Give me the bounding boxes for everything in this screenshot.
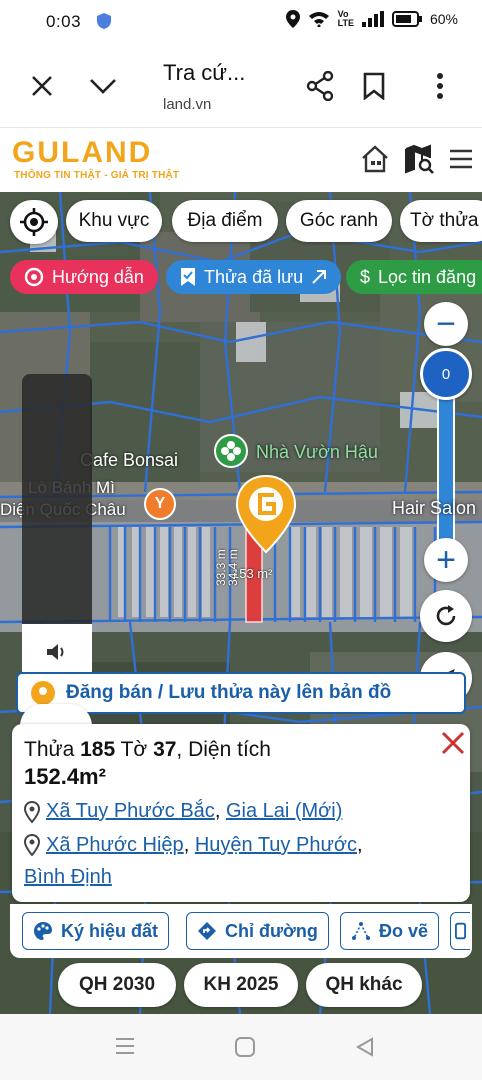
old-district-link[interactable]: Huyện Tuy Phước: [195, 834, 357, 856]
parcel-prefix: Thửa: [24, 738, 75, 761]
arrow-up-right-icon: [312, 270, 327, 284]
wifi-icon: [308, 12, 329, 27]
status-bar: 0:03 Vo LTE 60%: [0, 0, 482, 44]
address-province-link[interactable]: Gia Lai (Mới): [226, 800, 342, 822]
android-nav-bar: [0, 1014, 482, 1080]
filter-goc-ranh[interactable]: Góc ranh: [286, 200, 392, 242]
guide-label: Hướng dẫn: [52, 266, 144, 287]
guide-chip[interactable]: Hướng dẫn: [10, 260, 158, 294]
zoom-out-button[interactable]: −: [424, 302, 468, 346]
garden-label: Nhà Vườn Hậu: [256, 442, 378, 462]
sheet-number: 37: [153, 738, 177, 761]
plan-other-button[interactable]: QH khác: [306, 963, 422, 1007]
more-tools-button[interactable]: [450, 912, 470, 950]
slogan: THÔNG TIN THẬT - GIÁ TRỊ THẬT: [14, 170, 180, 181]
bookmark-icon[interactable]: [358, 68, 390, 104]
zoom-in-button[interactable]: +: [424, 538, 468, 582]
zoom-level-value: 0: [441, 365, 451, 383]
close-icon: [441, 731, 465, 755]
sheet-prefix: Tờ: [120, 738, 148, 761]
status-time: 0:03: [46, 12, 82, 31]
parcel-number: 185: [80, 738, 116, 761]
parcel-area: 152.4m²: [24, 764, 106, 789]
signal-icon: [361, 11, 384, 27]
home-search-icon[interactable]: [360, 142, 394, 176]
salon-label: Hair Salon: [392, 498, 477, 518]
locate-me-button[interactable]: [10, 200, 58, 244]
dollar-icon: $: [360, 266, 371, 287]
refresh-button[interactable]: [420, 590, 472, 642]
directions-icon: [198, 922, 216, 940]
address-old: Xã Phước Hiệp, Huyện Tuy Phước,: [24, 834, 363, 857]
app-header: GULAND THÔNG TIN THẬT - GIÁ TRỊ THẬT: [0, 128, 482, 192]
measure-button[interactable]: Đo vẽ: [340, 912, 440, 950]
browser-toolbar: Tra cứ... land.vn: [0, 44, 482, 128]
hamburger-menu-icon[interactable]: [446, 144, 476, 174]
refresh-icon: [436, 605, 456, 626]
land-symbols-button[interactable]: Ký hiệu đất: [22, 912, 170, 950]
measure-icon: [352, 922, 370, 940]
document-icon: [455, 922, 466, 940]
location-outline-icon: [24, 834, 40, 856]
zoom-level-handle[interactable]: 0: [420, 348, 472, 400]
back-icon[interactable]: [354, 1036, 382, 1060]
filter-dia-diem[interactable]: Địa điểm: [172, 200, 278, 242]
filter-listing-chip[interactable]: $ Lọc tin đăng: [346, 260, 482, 294]
cafe-label: Cafe Bonsai: [80, 450, 179, 470]
filter-listing-label: Lọc tin đăng: [378, 266, 477, 287]
area-label: , Diện tích: [176, 738, 271, 761]
parcel-dimension-2: 34.4 m: [226, 549, 240, 586]
flower-icon: [214, 434, 248, 468]
more-vert-icon[interactable]: [424, 68, 456, 104]
crosshair-icon: [20, 208, 48, 236]
minus-icon: −: [436, 305, 456, 343]
location-icon: [285, 10, 300, 28]
battery-icon: [391, 11, 422, 27]
share-icon[interactable]: [302, 68, 338, 104]
bookmark-check-icon: [181, 268, 195, 286]
directions-button[interactable]: Chỉ đường: [186, 912, 329, 950]
plan-2025-button[interactable]: KH 2025: [184, 963, 298, 1007]
location-outline-icon: [24, 800, 40, 823]
filter-khu-vuc[interactable]: Khu vực: [66, 200, 162, 242]
parcel-title: Thửa 185 Tờ 37, Diện tích: [24, 738, 271, 762]
palette-icon: [34, 922, 52, 940]
plan-2030-button[interactable]: QH 2030: [58, 963, 176, 1007]
saved-label: Thửa đã lưu: [204, 266, 304, 287]
parcel-info-card: Thửa 185 Tờ 37, Diện tích 152.4m² Xã Tuy…: [12, 724, 470, 902]
guland-logo[interactable]: GULAND: [12, 136, 152, 170]
old-province-link[interactable]: Bình Định: [24, 866, 112, 889]
saved-parcels-chip[interactable]: Thửa đã lưu: [166, 260, 342, 294]
target-icon: [24, 267, 44, 287]
page-url[interactable]: land.vn: [163, 96, 211, 113]
pin-icon: [31, 681, 55, 705]
location-pin-icon[interactable]: [234, 474, 298, 554]
old-commune-link[interactable]: Xã Phước Hiệp: [46, 834, 184, 856]
volte-icon: Vo LTE: [337, 9, 354, 28]
close-card-button[interactable]: [440, 730, 468, 758]
plus-icon: +: [436, 540, 456, 579]
directions-label: Chỉ đường: [225, 920, 318, 941]
volume-icon: [47, 644, 64, 660]
status-icons: Vo LTE 60%: [285, 9, 458, 28]
home-icon[interactable]: [234, 1036, 262, 1060]
battery-percent: 60%: [429, 11, 458, 27]
address-commune-link[interactable]: Xã Tuy Phước Bắc: [46, 800, 215, 822]
page-title: Tra cứ...: [163, 60, 246, 85]
measure-label: Đo vẽ: [379, 920, 429, 941]
restaurant-icon[interactable]: Y: [144, 488, 176, 520]
shield-icon: [97, 13, 111, 29]
filter-to-thua[interactable]: Tờ thửa: [400, 200, 482, 242]
close-icon[interactable]: [26, 70, 58, 102]
land-symbols-label: Ký hiệu đất: [61, 920, 159, 941]
banner-text: Đăng bán / Lưu thửa này lên bản đồ: [66, 682, 392, 703]
chevron-down-icon[interactable]: [86, 70, 120, 102]
recent-apps-icon[interactable]: [114, 1036, 142, 1060]
address-new: Xã Tuy Phước Bắc, Gia Lai (Mới): [24, 800, 342, 823]
map-search-icon[interactable]: [402, 142, 436, 176]
